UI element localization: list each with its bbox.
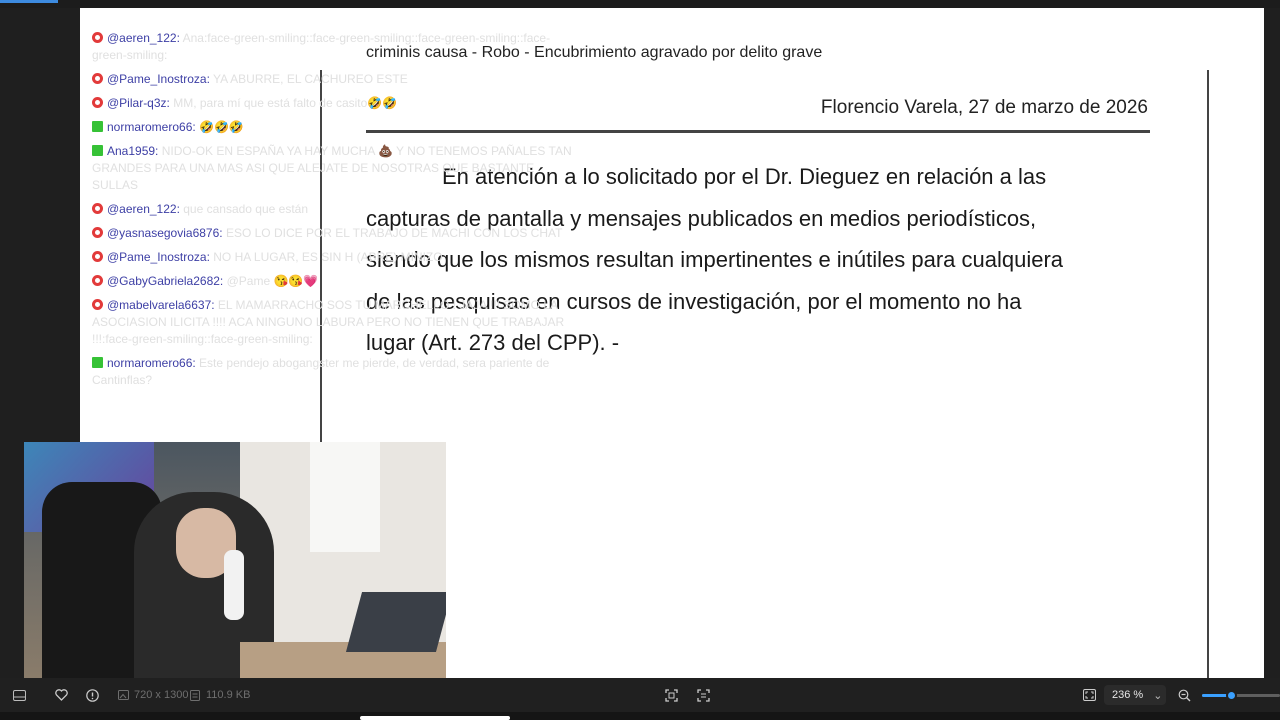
chat-username: @yasnasegovia6876 (107, 226, 220, 240)
chat-username: @aeren_122 (107, 31, 177, 45)
chat-text: NIDO-OK EN ESPAÑA YA HAY MUCHA 💩 Y NO TE… (92, 144, 572, 192)
fit-screen-icon (664, 688, 678, 702)
chat-message: @aeren_122: que cansado que están (92, 201, 582, 218)
fullscreen-button[interactable] (1082, 678, 1096, 712)
youtube-icon (92, 203, 103, 214)
file-size: 110.9 KB (188, 678, 250, 712)
taskbar-strip (0, 712, 1280, 720)
chat-text: YA ABURRE, EL CACHUREO ESTE (213, 72, 408, 86)
zoom-out-icon (1177, 688, 1191, 702)
zoom-value: 236 % (1112, 689, 1144, 701)
chat-message: normaromero66: 🤣🤣🤣 (92, 119, 582, 136)
chat-text: 🤣🤣🤣 (199, 120, 244, 134)
chat-message: @mabelvarela6637: EL MAMARRACHO SOS TU M… (92, 298, 565, 346)
chat-message: @aeren_122: Ana:face-green-smiling::face… (92, 31, 551, 62)
crop-button[interactable] (696, 678, 710, 712)
document-right-border (1207, 70, 1209, 678)
chat-username: @mabelvarela6637 (107, 298, 212, 312)
chevron-down-icon: ⌄ (1153, 689, 1163, 702)
document-date: Florencio Varela, 27 de marzo de 2026 (820, 97, 1148, 118)
youtube-icon (92, 73, 103, 84)
top-bar (0, 0, 1280, 8)
kick-icon (92, 121, 103, 132)
chat-overlay: @aeren_122: Ana:face-green-smiling::face… (92, 30, 582, 396)
youtube-icon (92, 227, 103, 238)
background-window (310, 442, 380, 552)
zoom-slider-thumb[interactable] (1225, 690, 1237, 701)
kick-icon (92, 145, 103, 156)
fullscreen-icon (1082, 688, 1096, 702)
chat-username: normaromero66 (107, 356, 193, 370)
zoom-slider[interactable] (1202, 690, 1280, 701)
webcam-overlay (24, 442, 446, 678)
chat-message: @Pame_Inostroza: YA ABURRE, EL CACHUREO … (92, 71, 582, 88)
active-tab-indicator (0, 0, 58, 3)
chat-message: @yasnasegovia6876: ESO LO DICE POR EL TR… (92, 225, 582, 242)
chat-message: @Pilar-q3z: MM, para mí que está falto d… (92, 95, 582, 112)
info-icon (85, 688, 99, 702)
favorite-button[interactable] (54, 678, 68, 712)
kick-icon (92, 357, 103, 368)
chat-message: @Pame_Inostroza: NO HA LUGAR, ES SIN H (… (92, 249, 582, 266)
chat-username: @Pilar-q3z (107, 96, 167, 110)
laptop (345, 592, 446, 652)
chat-username: @Pame_Inostroza (107, 250, 207, 264)
fit-screen-button[interactable] (664, 678, 678, 712)
youtube-icon (92, 32, 103, 43)
chat-username: normaromero66 (107, 120, 193, 134)
crop-icon (696, 688, 710, 702)
window-button[interactable] (12, 678, 26, 712)
chat-text: @Pame 😘😘💗 (226, 274, 319, 288)
chat-message: normaromero66: Este pendejo abogangster … (92, 356, 550, 387)
chat-message: @GabyGabriela2682: @Pame 😘😘💗 (92, 273, 582, 290)
youtube-icon (92, 97, 103, 108)
chat-text: MM, para mí que está falto de casito🤣🤣 (173, 96, 398, 110)
heart-icon (54, 688, 68, 702)
image-dimensions: 720 x 1300 (116, 678, 188, 712)
youtube-icon (92, 275, 103, 286)
right-margin (1264, 8, 1280, 678)
chat-text: ESO LO DICE POR EL TRABAJO DE MACHI CON … (225, 226, 563, 240)
file-size-text: 110.9 KB (206, 689, 251, 701)
chat-username: @aeren_122 (107, 202, 177, 216)
chat-message: Ana1959: NIDO-OK EN ESPAÑA YA HAY MUCHA … (92, 144, 572, 192)
youtube-icon (92, 299, 103, 310)
dimensions-text: 720 x 1300 (134, 689, 189, 701)
info-button[interactable] (85, 678, 99, 712)
chat-username: @GabyGabriela2682 (107, 274, 220, 288)
chat-username: Ana1959 (107, 144, 156, 158)
youtube-icon (92, 251, 103, 262)
zoom-out-button[interactable] (1177, 678, 1191, 712)
image-dims-icon (116, 688, 130, 702)
chat-text: que cansado que están (183, 202, 309, 216)
file-size-icon (188, 688, 202, 702)
zoom-dropdown[interactable]: 236 % ⌄ (1104, 685, 1166, 705)
microphone (224, 550, 244, 620)
chat-text: NO HA LUGAR, ES SIN H (ABRE) MINIZO (213, 250, 443, 264)
window-icon (12, 688, 26, 702)
taskbar-indicator (360, 716, 510, 720)
status-bar: 720 x 1300 110.9 KB 236 % ⌄ (0, 678, 1280, 712)
chat-username: @Pame_Inostroza (107, 72, 207, 86)
